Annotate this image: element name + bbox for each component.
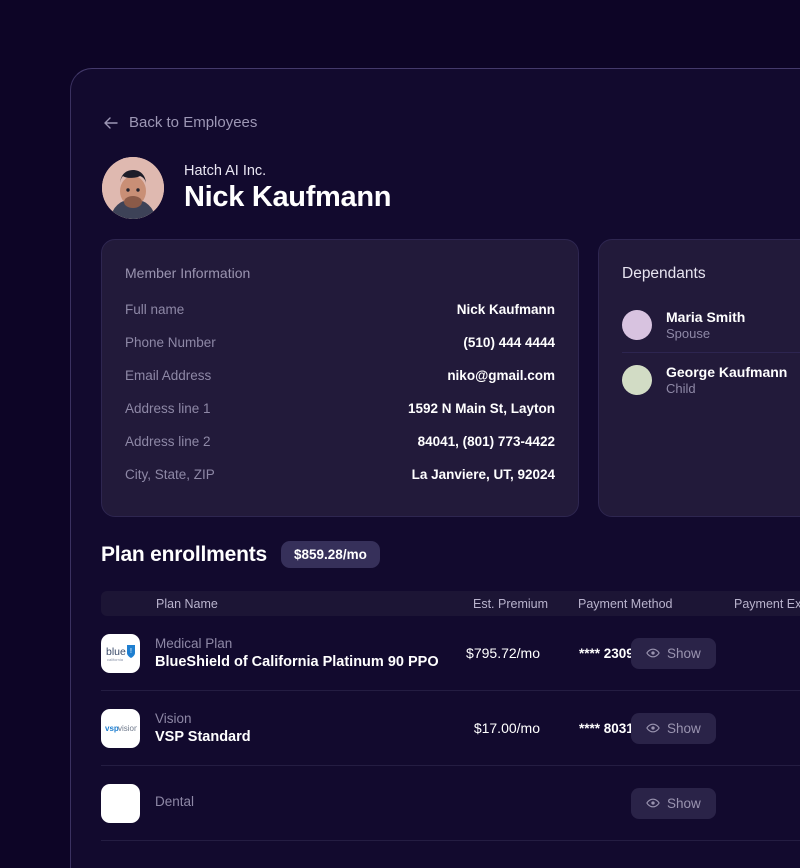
info-label: City, State, ZIP xyxy=(125,467,215,482)
info-row: Address line 1 1592 N Main St, Layton xyxy=(125,401,555,434)
vsp-vision-logo: vsp vision xyxy=(101,708,140,748)
avatar xyxy=(102,157,164,219)
dependant-relation: Spouse xyxy=(666,326,711,341)
info-row: Full name Nick Kaufmann xyxy=(125,302,555,335)
member-information-card: Member Information Full name Nick Kaufma… xyxy=(101,239,579,517)
info-label: Email Address xyxy=(125,368,212,383)
info-value: Nick Kaufmann xyxy=(456,302,555,317)
plan-type: Medical Plan xyxy=(155,636,233,651)
plan-type: Vision xyxy=(155,711,192,726)
profile-header: Hatch AI Inc. Nick Kaufmann xyxy=(102,157,392,219)
header-payment-expected: Payment Expec xyxy=(734,596,800,611)
show-payment-button[interactable]: Show xyxy=(631,712,716,744)
company-name: Hatch AI Inc. xyxy=(184,162,267,179)
show-payment-button[interactable]: Show xyxy=(631,637,716,669)
eye-icon xyxy=(646,798,660,808)
info-label: Address line 1 xyxy=(125,401,211,416)
info-value: 1592 N Main St, Layton xyxy=(407,401,555,416)
svg-text:vsp: vsp xyxy=(105,724,119,733)
table-header-row: Plan Name Est. Premium Payment Method Pa… xyxy=(101,591,800,616)
info-label: Full name xyxy=(125,302,185,317)
table-row[interactable]: blue california ! Medical Plan BlueShiel… xyxy=(101,616,800,691)
plan-enrollments-title: Plan enrollments xyxy=(101,542,268,566)
payment-method: **** 2309 xyxy=(579,645,634,661)
dependant-name: George Kaufmann xyxy=(666,364,788,380)
info-value: niko@gmail.com xyxy=(447,368,555,383)
info-row: Address line 2 84041, (801) 773-4422 xyxy=(125,434,555,467)
dependants-list: Maria Smith Spouse George Kaufmann Child xyxy=(622,298,800,407)
svg-text:!: ! xyxy=(130,648,132,655)
dependants-card: Dependants Maria Smith Spouse George Kau… xyxy=(598,239,800,517)
eye-icon xyxy=(646,648,660,658)
dependant-avatar xyxy=(622,310,652,340)
list-item[interactable]: Maria Smith Spouse xyxy=(622,298,800,353)
back-to-employees-link[interactable]: Back to Employees xyxy=(103,114,257,131)
show-button-label: Show xyxy=(667,795,701,811)
info-row: Email Address niko@gmail.com xyxy=(125,368,555,401)
plan-enrollments-table: Plan Name Est. Premium Payment Method Pa… xyxy=(101,591,800,841)
dependant-relation: Child xyxy=(666,381,696,396)
eye-icon xyxy=(646,723,660,733)
info-value: La Janviere, UT, 92024 xyxy=(411,467,555,482)
member-information-rows: Full name Nick Kaufmann Phone Number (51… xyxy=(125,302,555,500)
plan-premium: $795.72/mo xyxy=(466,645,540,661)
info-label: Address line 2 xyxy=(125,434,211,449)
plan-enrollments-header: Plan enrollments $859.28/mo xyxy=(101,541,380,568)
list-item[interactable]: George Kaufmann Child xyxy=(622,353,800,407)
back-link-label: Back to Employees xyxy=(129,114,258,131)
page-title: Nick Kaufmann xyxy=(184,180,392,213)
blueshield-california-logo: blue california ! xyxy=(101,633,140,673)
arrow-left-icon xyxy=(104,116,118,129)
info-row: Phone Number (510) 444 4444 xyxy=(125,335,555,368)
plan-name: VSP Standard xyxy=(155,729,251,745)
svg-text:vision: vision xyxy=(118,724,137,733)
plan-name: BlueShield of California Platinum 90 PPO xyxy=(155,654,439,670)
info-row: City, State, ZIP La Janviere, UT, 92024 xyxy=(125,467,555,500)
show-payment-button[interactable]: Show xyxy=(631,787,716,819)
member-information-title: Member Information xyxy=(125,265,251,281)
employee-detail-panel: Back to Employees Hatch AI Inc. Nick Kau… xyxy=(70,68,800,868)
dental-logo xyxy=(101,783,140,823)
table-row[interactable]: vsp vision Vision VSP Standard $17.00/mo… xyxy=(101,691,800,766)
show-button-label: Show xyxy=(667,645,701,661)
dependants-title: Dependants xyxy=(622,265,706,282)
svg-text:california: california xyxy=(107,657,124,662)
plan-type: Dental xyxy=(155,794,195,809)
payment-method: **** 8031 xyxy=(579,720,634,736)
header-payment-method: Payment Method xyxy=(578,596,673,611)
table-row[interactable]: Dental Show xyxy=(101,766,800,841)
info-value: (510) 444 4444 xyxy=(463,335,555,350)
header-plan-name: Plan Name xyxy=(156,596,218,611)
dependant-avatar xyxy=(622,365,652,395)
header-est-premium: Est. Premium xyxy=(473,596,549,611)
total-premium-badge: $859.28/mo xyxy=(281,541,380,568)
info-value: 84041, (801) 773-4422 xyxy=(417,434,555,449)
dependant-name: Maria Smith xyxy=(666,309,746,325)
plan-premium: $17.00/mo xyxy=(473,720,540,736)
show-button-label: Show xyxy=(667,720,701,736)
info-label: Phone Number xyxy=(125,335,216,350)
